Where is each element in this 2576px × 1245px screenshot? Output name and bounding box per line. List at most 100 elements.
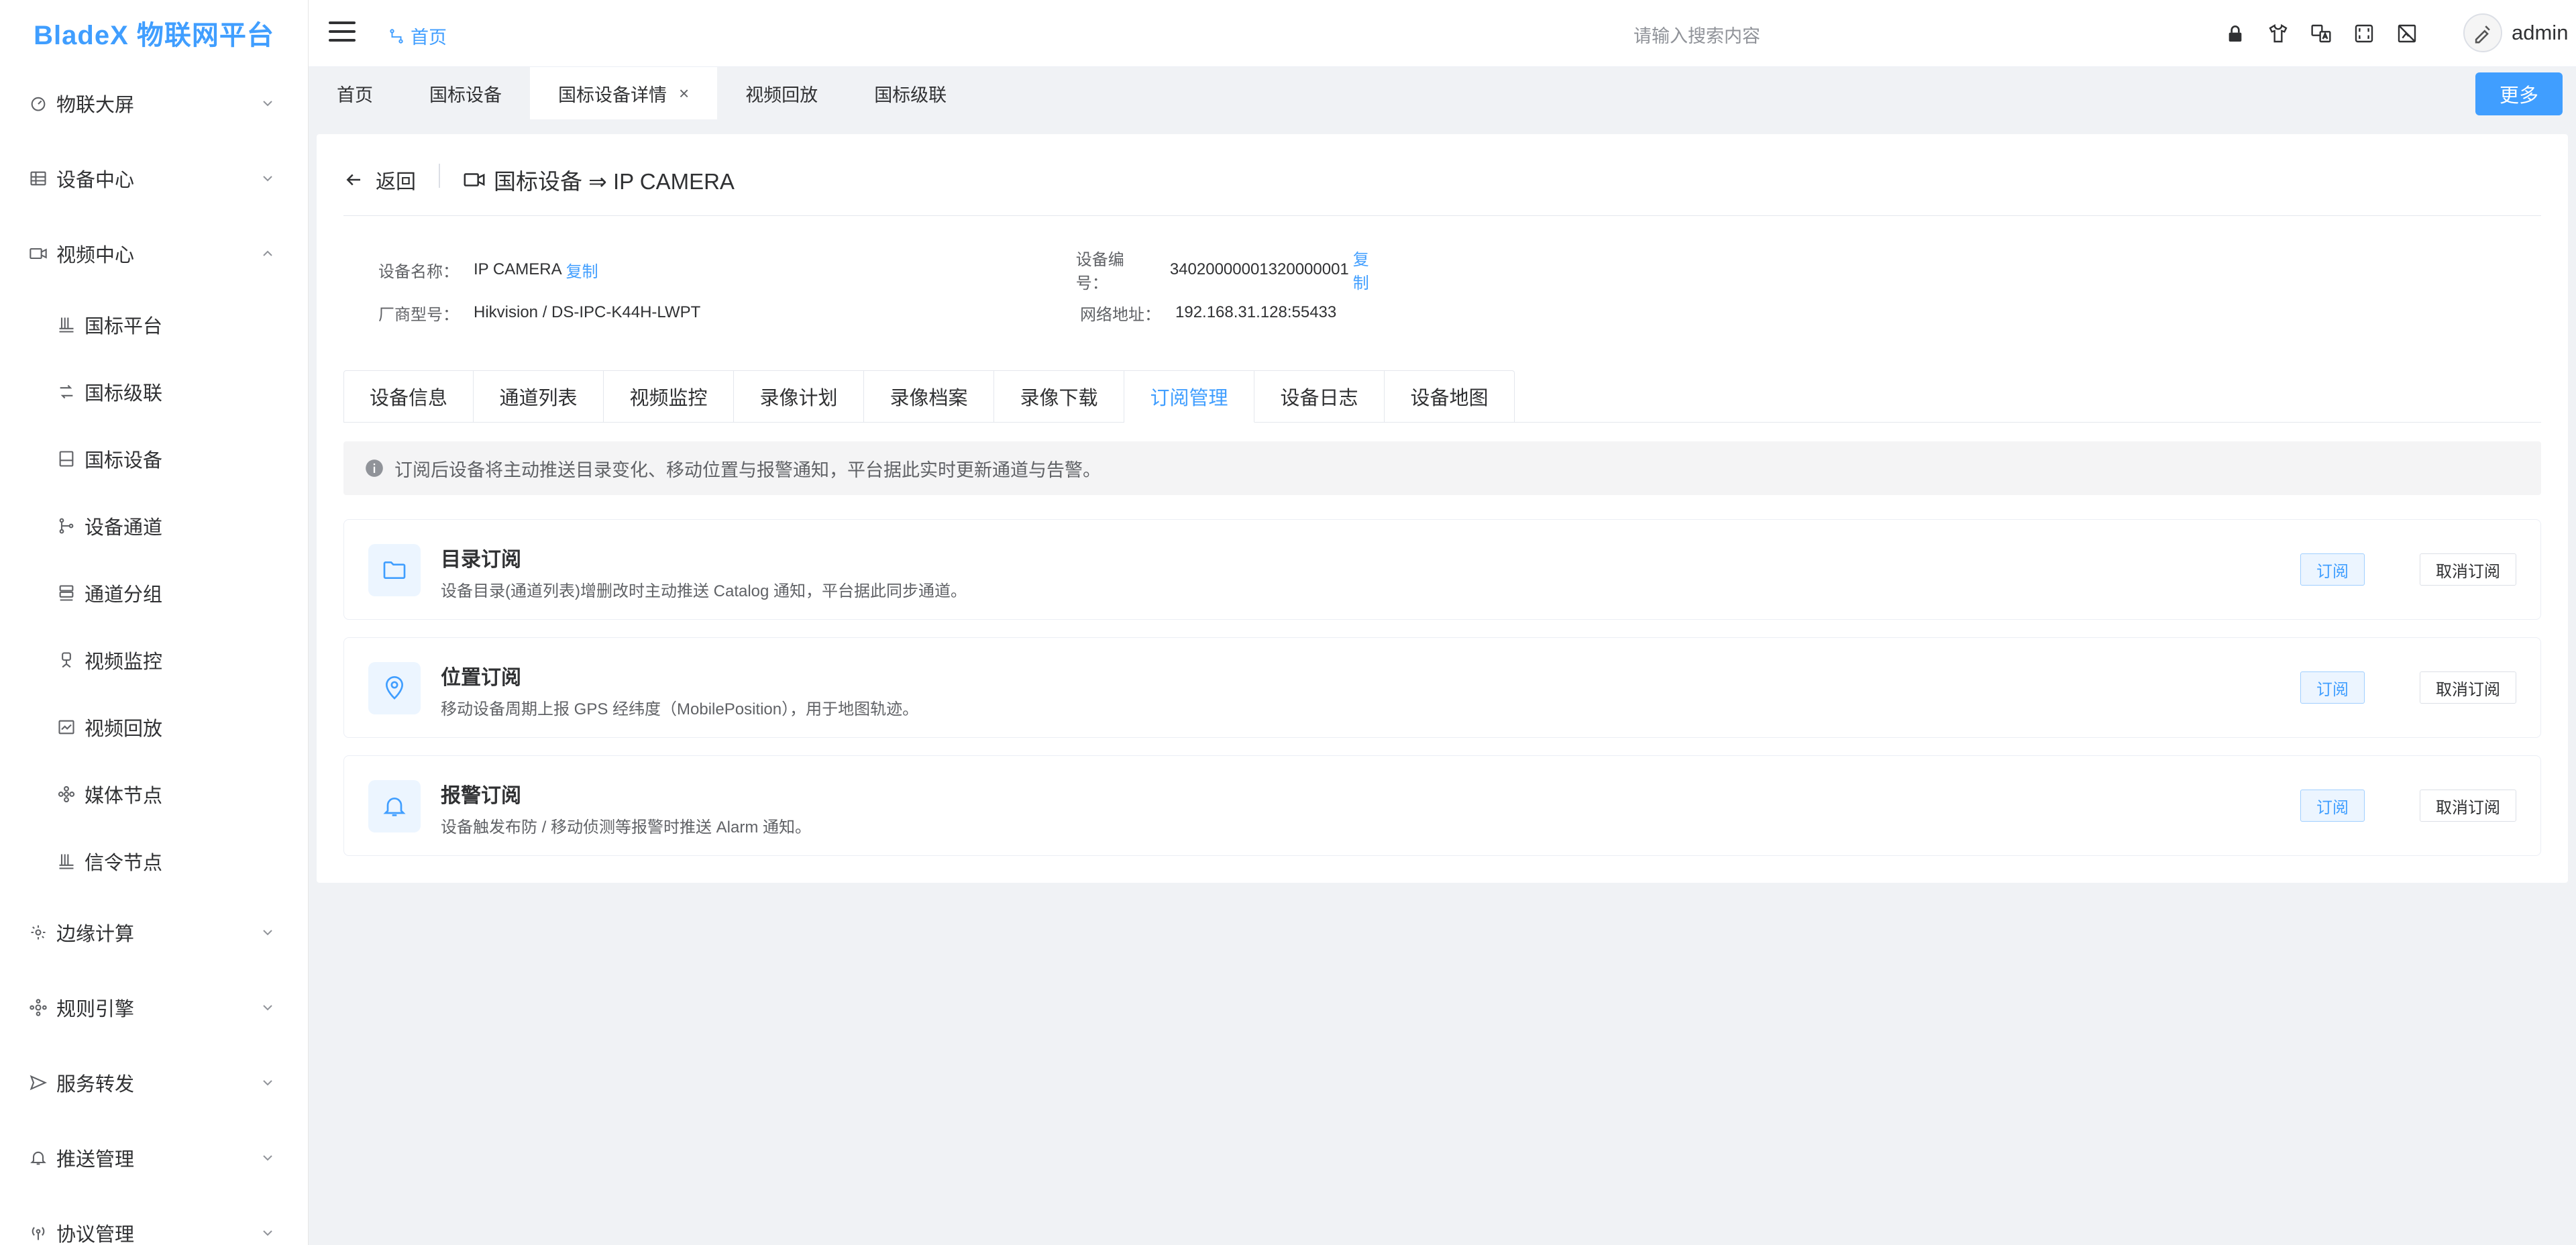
tab-channel-list[interactable]: 通道列表	[474, 370, 604, 423]
chevron-down-icon	[263, 1005, 272, 1011]
more-button[interactable]: 更多	[2475, 72, 2563, 115]
sidebar-item-rule-engine[interactable]: 规则引擎	[0, 970, 308, 1045]
tag-video-playback[interactable]: 视频回放	[717, 67, 846, 119]
tag-gb-cascade[interactable]: 国标级联	[846, 67, 975, 119]
sidebar-item-edge-computing[interactable]: 边缘计算	[0, 895, 308, 970]
sidebar-subitem-label: 国标级联	[85, 383, 163, 404]
info-device-name: 设备名称： IP CAMERA 复制	[378, 258, 1076, 282]
shirt-icon[interactable]	[2266, 21, 2290, 46]
sidebar-subitem-media-node[interactable]: 媒体节点	[0, 761, 308, 828]
sidebar-subitem-gb-device[interactable]: 国标设备	[0, 425, 308, 492]
sidebar-subitem-gb-cascade[interactable]: 国标级联	[0, 358, 308, 425]
page-title-text: 国标设备 ⇒ IP CAMERA	[494, 169, 735, 194]
sidebar-item-dashboard[interactable]: 物联大屏	[0, 66, 308, 141]
sidebar-subitem-label: 信令节点	[85, 853, 163, 874]
group-icon	[56, 583, 76, 603]
cascade-icon	[56, 382, 76, 402]
folder-icon	[368, 544, 421, 596]
lock-icon[interactable]	[2223, 21, 2247, 46]
info-vendor: 厂商型号： Hikvision / DS-IPC-K44H-LWPT	[378, 301, 1080, 325]
sidebar-item-label: 规则引擎	[56, 999, 135, 1020]
sidebar-item-service-forward[interactable]: 服务转发	[0, 1045, 308, 1120]
sidebar-item-protocol-management[interactable]: 协议管理	[0, 1195, 308, 1245]
sidebar-subitem-video-playback[interactable]: 视频回放	[0, 694, 308, 761]
menu-toggle-icon[interactable]	[329, 21, 356, 44]
sidebar-subitem-device-channel[interactable]: 设备通道	[0, 492, 308, 559]
copy-name-link[interactable]: 复制	[566, 258, 598, 282]
notice-text: 订阅后设备将主动推送目录变化、移动位置与报警通知，平台据此实时更新通道与告警。	[394, 459, 1101, 480]
rule-icon	[28, 997, 48, 1018]
chevron-down-icon	[263, 930, 272, 936]
tab-device-info[interactable]: 设备信息	[343, 370, 474, 423]
edge-icon	[28, 922, 48, 942]
info-key: 网络地址：	[1080, 305, 1161, 324]
copy-code-link[interactable]: 复制	[1353, 246, 1385, 293]
unsubscribe-button[interactable]: 取消订阅	[2420, 671, 2516, 704]
tag-label: 视频回放	[745, 85, 818, 105]
unsubscribe-button[interactable]: 取消订阅	[2420, 553, 2516, 586]
sidebar-subitem-signal-node[interactable]: 信令节点	[0, 828, 308, 895]
tab-device-log[interactable]: 设备日志	[1254, 370, 1385, 423]
tag-label: 国标设备	[429, 85, 502, 105]
page-title: 国标设备 ⇒ IP CAMERA	[463, 161, 735, 196]
search-input[interactable]: 请输入搜索内容	[1633, 21, 1760, 48]
back-label: 返回	[376, 171, 416, 193]
user-menu[interactable]: admin	[2463, 13, 2568, 52]
top-header: 首页 请输入搜索内容 admin	[309, 0, 2576, 67]
sidebar-item-device-center[interactable]: 设备中心	[0, 141, 308, 216]
avatar	[2463, 13, 2502, 52]
forward-icon	[28, 1073, 48, 1093]
tab-subscription[interactable]: 订阅管理	[1124, 370, 1254, 423]
tag-gb-device[interactable]: 国标设备	[401, 67, 530, 119]
unsubscribe-button[interactable]: 取消订阅	[2420, 790, 2516, 822]
app-logo[interactable]: BladeX 物联网平台	[0, 0, 308, 66]
sidebar-subitem-label: 设备通道	[85, 517, 163, 539]
sidebar-subitem-video-monitor[interactable]: 视频监控	[0, 627, 308, 694]
info-device-code: 设备编号： 34020000001320000001 复制	[1076, 246, 1385, 293]
info-row: 厂商型号： Hikvision / DS-IPC-K44H-LWPT 网络地址：…	[378, 291, 1385, 334]
back-button[interactable]: 返回	[343, 161, 416, 195]
subscription-card-position: 位置订阅 移动设备周期上报 GPS 经纬度（MobilePosition），用于…	[343, 637, 2541, 738]
tag-label: 国标级联	[874, 85, 947, 105]
sidebar-item-label: 物联大屏	[56, 95, 135, 116]
subscribe-button[interactable]: 订阅	[2300, 553, 2365, 586]
info-value: 34020000001320000001	[1169, 260, 1349, 278]
tab-record-download[interactable]: 录像下载	[994, 370, 1124, 423]
info-icon	[366, 459, 383, 477]
translate-icon[interactable]	[2309, 21, 2333, 46]
info-row: 设备名称： IP CAMERA 复制 设备编号： 340200000013200…	[378, 246, 1385, 293]
tab-video-monitor[interactable]: 视频监控	[604, 370, 734, 423]
sidebar-item-push-management[interactable]: 推送管理	[0, 1120, 308, 1195]
device-center-icon	[28, 168, 48, 188]
subscribe-button[interactable]: 订阅	[2300, 671, 2365, 704]
tab-record-archive[interactable]: 录像档案	[864, 370, 994, 423]
image-off-icon[interactable]	[2395, 21, 2419, 46]
tag-gb-device-detail[interactable]: 国标设备详情 ×	[530, 67, 718, 119]
playback-icon	[56, 717, 76, 737]
platform-icon	[56, 315, 76, 335]
close-icon[interactable]: ×	[679, 83, 689, 104]
subscription-desc: 设备触发布防 / 移动侦测等报警时推送 Alarm 通知。	[441, 818, 812, 836]
info-notice: 订阅后设备将主动推送目录变化、移动位置与报警通知，平台据此实时更新通道与告警。	[343, 441, 2541, 495]
info-value: Hikvision / DS-IPC-K44H-LWPT	[474, 303, 701, 321]
sidebar-item-video-center[interactable]: 视频中心	[0, 216, 308, 291]
tab-record-plan[interactable]: 录像计划	[734, 370, 864, 423]
info-value: 192.168.31.128:55433	[1175, 303, 1337, 321]
sidebar-subitem-gb-platform[interactable]: 国标平台	[0, 291, 308, 358]
chevron-down-icon	[263, 1080, 272, 1086]
chevron-down-icon	[263, 1230, 272, 1236]
tab-device-map[interactable]: 设备地图	[1385, 370, 1515, 423]
tag-home[interactable]: 首页	[309, 67, 401, 119]
breadcrumb-home[interactable]: 首页	[388, 23, 447, 49]
chevron-down-icon	[263, 176, 272, 182]
fullscreen-icon[interactable]	[2352, 21, 2376, 46]
subscription-title: 报警订阅	[441, 785, 521, 807]
subscription-title: 位置订阅	[441, 667, 521, 689]
sidebar-subitem-label: 国标平台	[85, 316, 163, 337]
sidebar-subitem-channel-group[interactable]: 通道分组	[0, 559, 308, 627]
subscribe-button[interactable]: 订阅	[2300, 790, 2365, 822]
sidebar-item-label: 设备中心	[56, 170, 135, 191]
page-header: 返回 国标设备 ⇒ IP CAMERA	[343, 161, 2541, 216]
subscription-title: 目录订阅	[441, 549, 521, 571]
sidebar-item-label: 视频中心	[56, 245, 135, 266]
